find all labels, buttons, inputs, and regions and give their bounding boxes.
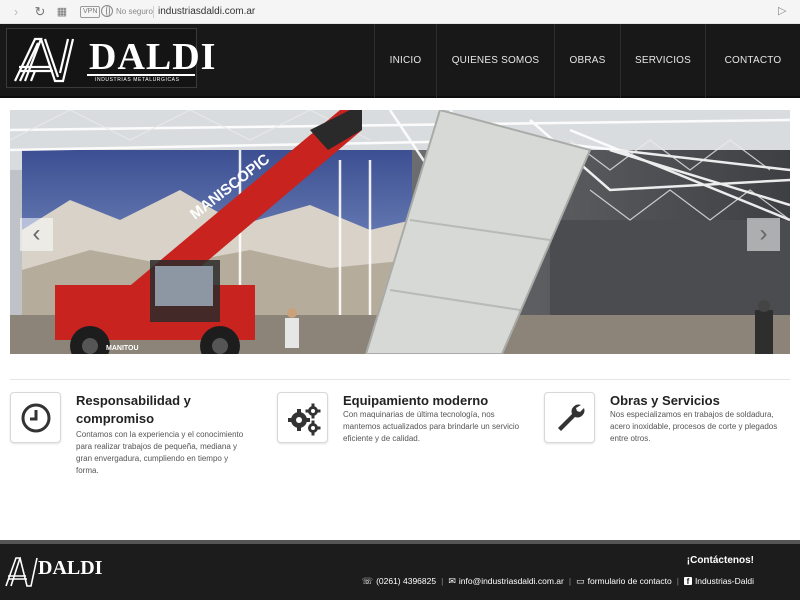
browser-toolbar: › ↻ ▦ VPN No seguro industriasdaldi.com.… [0, 0, 800, 24]
feature-title: Obras y Servicios [610, 393, 720, 408]
feature-title: Equipamiento moderno [343, 393, 489, 408]
vpn-badge[interactable]: VPN [80, 6, 101, 18]
slider-prev-button[interactable]: ‹ [20, 218, 53, 251]
site-logo[interactable]: DALDI INDUSTRIAS METALURGICAS [6, 28, 215, 88]
cogs-icon-box [277, 392, 328, 443]
site-header: DALDI INDUSTRIAS METALURGICAS INICIO QUI… [0, 24, 800, 98]
facebook-link[interactable]: f Industrias-Daldi [683, 575, 754, 587]
globe-icon [101, 5, 113, 17]
contact-cta: ¡Contáctenos! [686, 555, 754, 566]
feature-equipamiento: Equipamiento moderno Con maquinarias de … [277, 392, 527, 502]
logo-mark-icon [14, 37, 75, 83]
separator: | [676, 576, 679, 586]
logo-rule [87, 74, 195, 76]
clock-icon-box [10, 392, 61, 443]
email-item[interactable]: ✉ info@industriasdaldi.com.ar [448, 575, 564, 587]
nav-obras[interactable]: OBRAS [554, 24, 620, 98]
nav-inicio[interactable]: INICIO [374, 24, 436, 98]
back-arrow-icon[interactable]: › [8, 4, 24, 20]
form-link-text: formulario de contacto [587, 576, 672, 586]
apps-grid-icon[interactable]: ▦ [54, 4, 70, 20]
footer-logo-mark-icon [5, 557, 38, 587]
nav-servicios[interactable]: SERVICIOS [620, 24, 705, 98]
envelope-icon: ✉ [448, 576, 456, 586]
wrench-icon-box [544, 392, 595, 443]
clock-icon [21, 403, 51, 433]
footer-logo-name: DALDI [38, 557, 103, 579]
hero-slider: MANISCOPIC MANITOU ‹ › [10, 110, 790, 354]
feature-title-line1: Responsabilidad y [76, 393, 191, 408]
address-bar[interactable]: industriasdaldi.com.ar [158, 4, 255, 20]
cogs-icon [288, 403, 321, 436]
facebook-text: Industrias-Daldi [694, 576, 754, 586]
nav-quienes-somos[interactable]: QUIENES SOMOS [436, 24, 554, 98]
send-arrow-icon[interactable]: ▷ [778, 4, 792, 18]
contact-row: ☏ (0261) 4396825 | ✉ info@industriasdald… [362, 575, 754, 587]
main-nav: INICIO QUIENES SOMOS OBRAS SERVICIOS CON… [374, 24, 800, 98]
form-link[interactable]: ▭ formulario de contacto [576, 575, 672, 587]
logo-subtitle: INDUSTRIAS METALURGICAS [95, 77, 180, 83]
site-footer: DALDI ¡Contáctenos! ☏ (0261) 4396825 | ✉… [0, 544, 800, 600]
footer-logo[interactable]: DALDI [4, 554, 102, 590]
feature-text: Con maquinarias de última tecnología, no… [343, 410, 520, 443]
slider-next-button[interactable]: › [747, 218, 780, 251]
feature-responsabilidad: Responsabilidad y compromiso Contamos co… [10, 392, 260, 502]
phone-item[interactable]: ☏ (0261) 4396825 [362, 575, 436, 587]
hero-image: MANISCOPIC MANITOU [10, 110, 790, 354]
phone-text: (0261) 4396825 [376, 576, 437, 586]
feature-text: Nos especializamos en trabajos de soldad… [610, 410, 778, 443]
separator: | [441, 576, 444, 586]
section-divider [10, 379, 790, 380]
separator: | [568, 576, 572, 586]
feature-text: Contamos con la experiencia y el conocim… [76, 430, 244, 475]
feature-title: Responsabilidad y compromiso [76, 392, 266, 428]
body-label: MANITOU [106, 345, 139, 352]
phone-icon: ☏ [361, 576, 374, 586]
url-divider [153, 6, 154, 18]
feature-obras-servicios: Obras y Servicios Nos especializamos en … [544, 392, 794, 502]
wrench-icon [558, 404, 585, 431]
email-text: info@industriasdaldi.com.ar [458, 576, 564, 586]
nav-contacto[interactable]: CONTACTO [705, 24, 800, 98]
security-status[interactable]: No seguro [116, 5, 153, 19]
facebook-icon: f [683, 577, 692, 586]
feature-title-line2: compromiso [76, 411, 155, 426]
logo-name: DALDI [89, 36, 217, 78]
monitor-icon: ▭ [576, 576, 585, 586]
reload-icon[interactable]: ↻ [32, 4, 48, 20]
